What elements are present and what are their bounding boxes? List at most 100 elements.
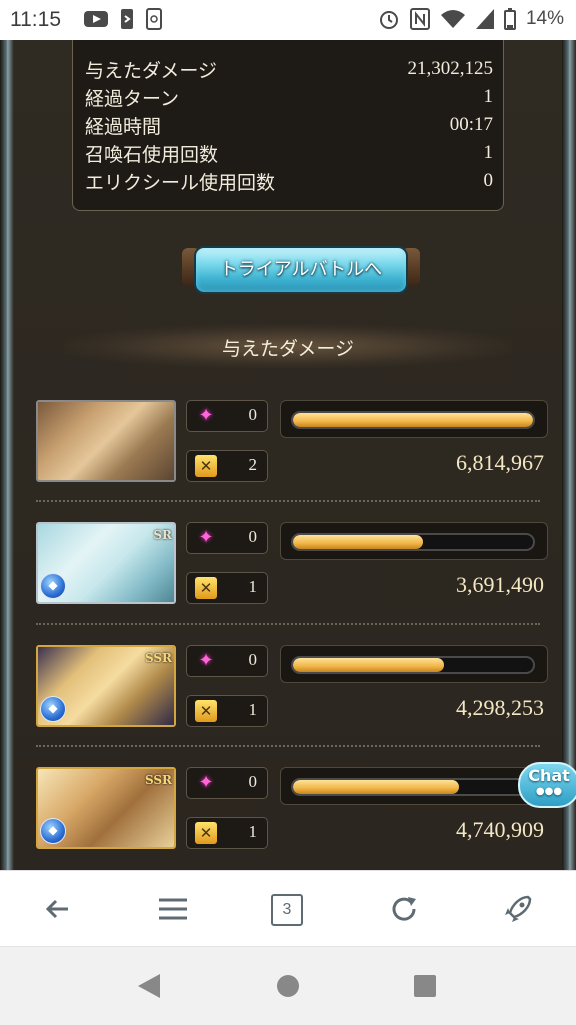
frame-left xyxy=(0,40,14,870)
damage-bar-fill xyxy=(293,535,423,549)
crossed-swords-icon: ✕ xyxy=(195,700,217,722)
character-portrait[interactable]: SSR ◆ xyxy=(36,767,176,849)
summary-row: 経過ターン 1 xyxy=(85,84,493,112)
summary-value: 0 xyxy=(483,170,494,191)
battery-icon xyxy=(503,8,516,30)
character-row: SR ◆ ✦ 0 ✕ 1 3,691,490 xyxy=(36,522,548,624)
alarm-icon xyxy=(379,11,398,29)
nfc-icon xyxy=(409,8,430,30)
water-element-icon: ◆ xyxy=(40,818,66,844)
pink-count: 0 xyxy=(248,405,258,424)
screenshot-icon xyxy=(146,8,162,30)
water-element-icon: ◆ xyxy=(40,573,66,599)
gold-stat-box: ✕ 1 xyxy=(186,572,268,604)
battery-percent: 14% xyxy=(525,8,564,29)
summary-label: 召喚石使用回数 xyxy=(85,144,219,166)
water-element-icon: ◆ xyxy=(40,696,66,722)
gold-count: 1 xyxy=(248,577,258,596)
summary-value: 21,302,125 xyxy=(407,58,494,79)
crossed-swords-icon: ✕ xyxy=(195,822,217,844)
sparkle-icon: ✦ xyxy=(198,527,214,548)
summary-label: エリクシール使用回数 xyxy=(85,172,276,194)
rarity-badge: SSR xyxy=(144,773,172,787)
menu-icon[interactable] xyxy=(153,889,193,929)
chat-label: Chat xyxy=(528,766,570,785)
summary-label: 与えたダメージ xyxy=(85,60,218,82)
damage-value: 3,691,490 xyxy=(456,572,544,597)
damage-value: 6,814,967 xyxy=(456,450,544,475)
rarity-badge: SR xyxy=(153,528,172,542)
gold-count: 1 xyxy=(248,822,258,841)
nav-recents-icon[interactable] xyxy=(414,975,436,997)
frame-right xyxy=(562,40,576,870)
gold-stat-box: ✕ 1 xyxy=(186,695,268,727)
summary-label: 経過ターン xyxy=(85,88,180,110)
signal-icon xyxy=(475,9,494,29)
status-left-icons xyxy=(84,8,162,30)
character-row: SSR ◆ ✦ 0 ✕ 1 4,740,909 xyxy=(36,767,548,869)
refresh-icon[interactable] xyxy=(384,889,424,929)
results-panel: 与えたダメージ 21,302,125 経過ターン 1 経過時間 00:17 召喚… xyxy=(14,40,562,870)
damage-value: 4,298,253 xyxy=(456,695,544,720)
row-divider xyxy=(36,500,540,502)
damage-bar-fill xyxy=(293,413,533,427)
chat-button[interactable]: Chat ●●● xyxy=(518,762,576,808)
damage-bar-fill xyxy=(293,658,445,672)
damage-section-header: 与えたダメージ xyxy=(64,324,512,368)
character-portrait[interactable] xyxy=(36,400,176,482)
crossed-swords-icon: ✕ xyxy=(195,577,217,599)
pink-stat-box: ✦ 0 xyxy=(186,522,268,554)
status-right-icons: 14% xyxy=(378,8,564,30)
character-row: SSR ◆ ✦ 0 ✕ 1 4,298,253 xyxy=(36,645,548,747)
summary-row: エリクシール使用回数 0 xyxy=(85,168,493,196)
damage-bar-track xyxy=(291,411,535,429)
crossed-swords-icon: ✕ xyxy=(195,455,217,477)
gold-count: 2 xyxy=(248,455,258,474)
sparkle-icon: ✦ xyxy=(198,650,214,671)
pink-count: 0 xyxy=(248,650,258,669)
pink-count: 0 xyxy=(248,527,258,546)
pink-stat-box: ✦ 0 xyxy=(186,400,268,432)
gold-stat-box: ✕ 2 xyxy=(186,450,268,482)
character-portrait[interactable]: SR ◆ xyxy=(36,522,176,604)
summary-value: 1 xyxy=(483,86,494,107)
summary-label: 経過時間 xyxy=(85,116,162,138)
row-divider xyxy=(36,623,540,625)
gold-stat-box: ✕ 1 xyxy=(186,817,268,849)
phone-icon xyxy=(121,9,133,29)
damage-bar xyxy=(280,645,548,683)
summary-value: 00:17 xyxy=(449,114,493,135)
damage-bar xyxy=(280,400,548,438)
damage-value: 4,740,909 xyxy=(456,817,544,842)
game-viewport: 与えたダメージ 21,302,125 経過ターン 1 経過時間 00:17 召喚… xyxy=(0,40,576,870)
damage-bar-track xyxy=(291,533,535,551)
section-title: 与えたダメージ xyxy=(221,338,355,360)
character-portrait[interactable]: SSR ◆ xyxy=(36,645,176,727)
sparkle-icon: ✦ xyxy=(198,405,214,426)
tabs-button[interactable]: 3 xyxy=(271,894,303,926)
status-time: 11:15 xyxy=(10,8,61,31)
trial-battle-button[interactable]: トライアルバトルへ xyxy=(182,240,420,296)
wifi-icon xyxy=(440,10,465,28)
damage-bar-fill xyxy=(293,780,459,794)
youtube-icon xyxy=(84,11,108,27)
nav-back-icon[interactable] xyxy=(138,974,160,998)
status-bar: 11:15 14% xyxy=(0,0,576,40)
chat-dots-icon: ●●● xyxy=(535,786,563,797)
gold-count: 1 xyxy=(248,700,258,719)
sparkle-icon: ✦ xyxy=(198,772,214,793)
summary-row: 経過時間 00:17 xyxy=(85,112,493,140)
trial-battle-label[interactable]: トライアルバトルへ xyxy=(194,246,408,294)
portrait-art xyxy=(38,402,174,480)
character-row: ✦ 0 ✕ 2 6,814,967 xyxy=(36,400,548,502)
pink-stat-box: ✦ 0 xyxy=(186,645,268,677)
damage-bar xyxy=(280,767,548,805)
nav-home-icon[interactable] xyxy=(277,975,299,997)
summary-row: 与えたダメージ 21,302,125 xyxy=(85,56,493,84)
rarity-badge: SSR xyxy=(144,651,172,665)
damage-bar-track xyxy=(291,778,535,796)
row-divider xyxy=(36,745,540,747)
back-arrow-icon[interactable] xyxy=(38,889,78,929)
rocket-icon[interactable] xyxy=(498,889,538,929)
browser-toolbar: 3 xyxy=(0,870,576,947)
